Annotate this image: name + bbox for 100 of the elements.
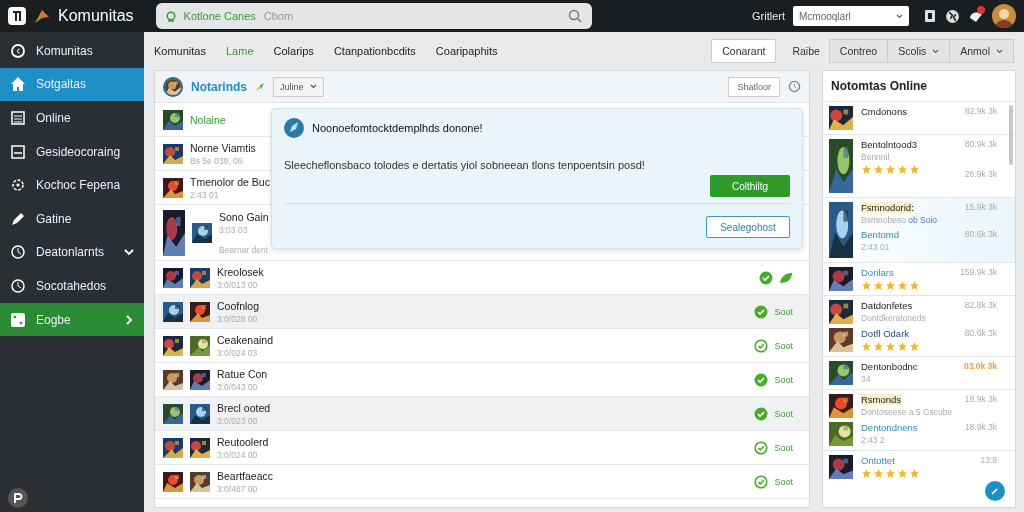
filter-select[interactable]: Mcmooqlarl	[793, 6, 909, 26]
star-icon	[873, 468, 884, 479]
sidebar-item[interactable]: Gatine	[0, 201, 144, 236]
confirm-button[interactable]: Colthiltg	[710, 175, 790, 197]
sidebar-item[interactable]: Online	[0, 101, 144, 135]
status-label: Soot	[774, 306, 793, 317]
search-scope: Kotlone Canes	[183, 10, 256, 22]
star-icon	[861, 164, 872, 175]
entry-link[interactable]: ob Soio	[908, 215, 938, 225]
clock-icon	[10, 244, 26, 261]
sidebar-item[interactable]: Socotahedos	[0, 269, 144, 303]
row-title: Kreolosek	[217, 265, 264, 278]
sidebar-item[interactable]: Eogbe	[0, 302, 144, 337]
row-date: 2:43 01	[190, 189, 220, 200]
list-row[interactable]: Coofnlog 3:0/028 00 Soot	[155, 295, 809, 329]
star-icon	[897, 341, 908, 352]
entry-count: 03.0k 3k	[963, 361, 997, 371]
status-label: Soot	[774, 340, 793, 351]
entry-title: Bentomd	[861, 229, 900, 240]
entry-count: 80.6k 3k	[964, 328, 997, 338]
entry-title: Dorilars	[861, 267, 894, 278]
search-scope-icon	[165, 10, 176, 22]
logo-icon	[8, 7, 26, 25]
list-row[interactable]: Brecl ooted 3:0/023 00 Soot	[155, 397, 809, 431]
row-date: 3:0/013 00	[217, 279, 259, 290]
filter-label: Gritlert	[752, 10, 785, 22]
sidebar-item[interactable]: Kochoc Fepena	[0, 168, 144, 202]
status-label: Soot	[774, 476, 793, 487]
card-icon[interactable]	[923, 9, 937, 23]
row-date: 3:0/024 00	[217, 449, 259, 460]
entry-count: 80.6k 3k	[964, 229, 997, 239]
entry-count: 159.9k 3k	[960, 267, 997, 277]
scrollbar[interactable]	[1009, 105, 1013, 165]
star-icon	[861, 280, 872, 291]
search-icon[interactable]	[567, 9, 582, 23]
star-icon	[885, 280, 896, 291]
row-title: Ceakenaind	[217, 333, 274, 346]
entry-count: 26.9k 3k	[964, 169, 997, 179]
toolbar-button[interactable]: Contreo	[828, 39, 889, 63]
star-icon	[861, 468, 872, 479]
panel-button[interactable]: Shatloor	[728, 76, 780, 97]
star-icon	[885, 164, 896, 175]
clock-icon[interactable]	[788, 80, 801, 93]
dice-icon	[10, 311, 26, 328]
dialog-title: Noonoefomtocktdemplhds donone!	[312, 122, 483, 134]
caret-icon	[896, 13, 903, 19]
star-icon	[885, 341, 896, 352]
status-select[interactable]: Juline	[273, 76, 324, 97]
caret-icon	[309, 84, 317, 89]
help-icon[interactable]	[8, 488, 28, 508]
row-date: 3:0/023 00	[217, 415, 259, 426]
entry-title: Rsmonds	[861, 394, 902, 405]
row-date: 3:0/043 00	[217, 381, 259, 392]
window-icon	[10, 143, 26, 160]
row-note: Bearnar dent	[219, 244, 269, 255]
toolbar-button[interactable]: Anmol	[949, 39, 1014, 63]
status-label: Soot	[774, 374, 793, 385]
search-field[interactable]: Cbom	[263, 10, 560, 22]
entry-subtitle: 2:43 2	[861, 435, 886, 445]
pin-icon	[255, 81, 265, 92]
edit-button[interactable]	[985, 481, 1005, 501]
row-title: Nolaine	[190, 113, 226, 126]
brand-name: Komunitas	[58, 7, 134, 25]
row-title: Ratue Con	[217, 367, 268, 380]
nav-tab[interactable]: Ctanpationbcdits	[333, 45, 416, 57]
entry-count: 82.9k 3k	[964, 106, 997, 116]
entry-title: Ontottet	[861, 455, 895, 466]
nav-tab[interactable]: Komunitas	[154, 45, 206, 57]
toolbar-button[interactable]: Scolis	[887, 39, 951, 63]
arrow-logo-icon	[34, 8, 50, 24]
user-avatar[interactable]	[992, 4, 1016, 28]
pencil-icon	[990, 486, 1000, 496]
entry-subtitle: Bennnil	[861, 152, 891, 162]
row-date: 3:0/487 00	[217, 483, 259, 494]
entry-count: 82.8k 3k	[964, 300, 997, 310]
row-date: Bs 5e 039, 06	[190, 155, 244, 166]
star-icon	[885, 468, 896, 479]
sidebar-item[interactable]: Gesideocoraing	[0, 134, 144, 169]
star-icon	[897, 280, 908, 291]
nav-tab[interactable]: Colarips	[273, 45, 314, 57]
leaf-icon[interactable]	[779, 271, 793, 284]
toolbar-button[interactable]: Raibe	[782, 39, 830, 63]
star-icon	[909, 341, 920, 352]
entry-count: 18.9k 3k	[964, 394, 997, 404]
sidebar-item[interactable]: Deatonlarnts	[0, 235, 144, 270]
row-title: Brecl ooted	[217, 401, 271, 414]
star-icon	[909, 468, 920, 479]
sidebar-item[interactable]: Komunitas	[0, 34, 144, 68]
toolbar-button[interactable]: Conarant	[711, 39, 777, 63]
row-title: Coofnlog	[217, 299, 260, 312]
entry-count: 13:9	[980, 455, 997, 465]
entry-subtitle: Dontdkeratoneds	[861, 313, 927, 323]
star-icon	[897, 468, 908, 479]
star-icon	[909, 164, 920, 175]
online-entry[interactable]: Fsmnodorid: Bsmnobeso ob Soio 15.9k 3k Bentomd 2:43 01 80.6k 3k	[823, 197, 1015, 262]
nav-tab[interactable]: Coaripaphits	[435, 45, 498, 57]
row-date: 3:03 03	[219, 224, 249, 235]
secondary-button[interactable]: Sealegohost	[706, 216, 790, 238]
row-date: 3:0/028 00	[217, 313, 259, 324]
caret-icon	[932, 48, 940, 54]
